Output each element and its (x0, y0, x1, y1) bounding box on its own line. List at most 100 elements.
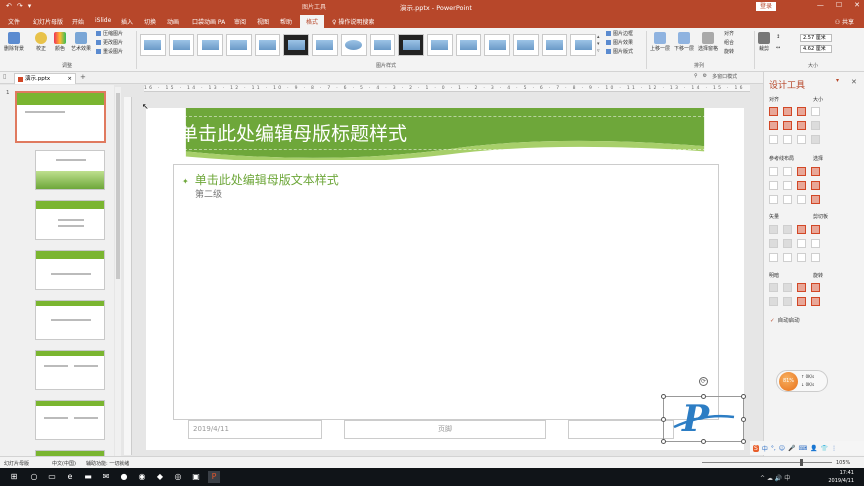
height-input[interactable]: 2.57 厘米 (800, 34, 832, 42)
explorer-icon[interactable]: ▬ (82, 471, 94, 483)
close-tab-icon[interactable]: × (67, 74, 72, 84)
align-button[interactable]: 对齐 (724, 31, 734, 38)
picture-style[interactable] (340, 34, 367, 56)
powerpoint-taskbar-icon[interactable]: P (208, 471, 220, 483)
close-button[interactable]: ✕ (854, 1, 860, 9)
tool-icon[interactable] (783, 297, 792, 306)
master-body-placeholder[interactable]: ✦ 单击此处编辑母版文本样式 第二级 (173, 164, 719, 420)
login-button[interactable]: 登录 (756, 2, 777, 11)
tool-icon[interactable] (811, 283, 820, 292)
tool-icon[interactable] (811, 253, 820, 262)
network-speed-widget[interactable]: 81% ↑ 0K/s ↓ 0K/s (776, 370, 828, 392)
resize-handle[interactable] (701, 394, 706, 399)
rotate-handle-icon[interactable]: ⟳ (699, 377, 708, 386)
picture-style[interactable] (168, 34, 195, 56)
resize-handle[interactable] (741, 394, 746, 399)
app-icon[interactable]: ▣ (190, 471, 202, 483)
tool-icon[interactable] (797, 297, 806, 306)
date-placeholder[interactable]: 2019/4/11 (188, 420, 322, 439)
tool-icon[interactable] (769, 107, 778, 116)
mail-icon[interactable]: ✉ (100, 471, 112, 483)
tab-file[interactable]: 文件 (8, 17, 20, 26)
compress-pictures-button[interactable]: 压缩图片 (96, 31, 123, 38)
tool-icon[interactable] (783, 253, 792, 262)
tool-icon[interactable] (769, 135, 778, 144)
footer-placeholder[interactable]: 页脚 (344, 420, 546, 439)
tool-icon[interactable] (783, 225, 792, 234)
picture-style[interactable] (484, 34, 510, 56)
autorun-checkbox[interactable]: ✓ 自动启动 (770, 316, 800, 324)
tool-icon[interactable] (811, 225, 820, 234)
picture-layout-button[interactable]: 图片版式 (606, 49, 633, 56)
new-tab-button[interactable]: + (80, 73, 86, 81)
picture-style[interactable] (283, 34, 310, 56)
task-view-icon[interactable]: ▭ (46, 471, 58, 483)
tool-icon[interactable] (797, 283, 806, 292)
picture-style[interactable] (312, 34, 338, 56)
zoom-level[interactable]: 105% (836, 460, 850, 466)
selected-logo-image[interactable]: P (661, 394, 746, 444)
tab-view[interactable]: 视图 (257, 17, 269, 26)
pin-icon[interactable]: ▾ (836, 77, 839, 84)
tool-icon[interactable] (797, 239, 806, 248)
change-picture-button[interactable]: 更改图片 (96, 40, 123, 47)
tab-islide[interactable]: iSlide (95, 17, 111, 24)
undo-icon[interactable]: ↶ (6, 2, 12, 10)
tool-icon[interactable] (797, 107, 806, 116)
resize-handle[interactable] (701, 439, 706, 444)
thumbnail-scrollbar[interactable] (115, 87, 121, 456)
crop-button[interactable]: 裁剪 (758, 32, 770, 52)
tool-icon[interactable] (797, 167, 806, 176)
picture-style[interactable] (197, 34, 224, 56)
tool-icon[interactable] (783, 135, 792, 144)
tool-icon[interactable] (797, 181, 806, 190)
tool-icon[interactable] (783, 121, 792, 130)
bring-forward-button[interactable]: 上移一层 (650, 32, 670, 52)
tool-icon[interactable] (811, 195, 820, 204)
ime-mode[interactable]: 中 (762, 444, 768, 453)
tab-list-icon[interactable]: ▯ (3, 73, 6, 80)
minimize-button[interactable]: — (817, 1, 824, 9)
tool-icon[interactable] (797, 225, 806, 234)
tab-review[interactable]: 审阅 (234, 17, 246, 26)
tab-animations[interactable]: 动画 (167, 17, 179, 26)
zoom-slider[interactable] (702, 462, 832, 463)
scroll-thumb[interactable] (116, 93, 120, 279)
tool-icon[interactable] (811, 297, 820, 306)
app-icon[interactable]: ● (118, 471, 130, 483)
tool-icon[interactable] (783, 181, 792, 190)
system-tray-icons[interactable]: ^ ☁ 🔊 中 (760, 473, 790, 482)
share-button[interactable]: ⚇ 共享 (835, 17, 854, 26)
picture-style[interactable] (455, 34, 482, 56)
thumbnail-layout[interactable] (35, 350, 105, 390)
thumbnail-layout[interactable] (35, 300, 105, 340)
tool-icon[interactable] (783, 195, 792, 204)
thumbnail-layout[interactable] (35, 150, 105, 190)
thumbnail-pane[interactable]: 1 (0, 85, 114, 456)
accessibility-status[interactable]: 辅助功能: 一切就绪 (86, 460, 129, 467)
tool-icon[interactable] (783, 283, 792, 292)
resize-handle[interactable] (661, 417, 666, 422)
tool-icon[interactable] (769, 283, 778, 292)
reset-picture-button[interactable]: 重设图片 (96, 49, 123, 56)
gear-icon[interactable]: ⚙ (703, 73, 707, 80)
tab-help[interactable]: 帮助 (280, 17, 292, 26)
tab-pocket-animation[interactable]: 口袋动画 PA (192, 17, 225, 26)
picture-style[interactable] (426, 34, 453, 56)
search-icon[interactable]: ○ (28, 471, 40, 483)
group-button[interactable]: 组合 (724, 40, 734, 47)
maximize-button[interactable]: ☐ (836, 1, 842, 9)
redo-icon[interactable]: ↷ (17, 2, 23, 10)
tool-icon[interactable] (783, 239, 792, 248)
resize-handle[interactable] (741, 417, 746, 422)
tool-icon[interactable] (797, 253, 806, 262)
slide-master[interactable]: 单击此处编辑母版标题样式 ✦ 单击此处编辑母版文本样式 第二级 2019/4/11… (146, 108, 744, 450)
user-icon[interactable]: 👤 (810, 445, 817, 452)
edge-icon[interactable]: e (64, 471, 76, 483)
picture-style[interactable] (369, 34, 396, 56)
app-icon[interactable]: ◆ (154, 471, 166, 483)
multi-window-toggle[interactable]: 多窗口模式 (712, 73, 737, 80)
picture-style[interactable] (570, 34, 596, 56)
tool-icon[interactable] (797, 121, 806, 130)
remove-background-button[interactable]: 删除背景 (4, 32, 24, 52)
